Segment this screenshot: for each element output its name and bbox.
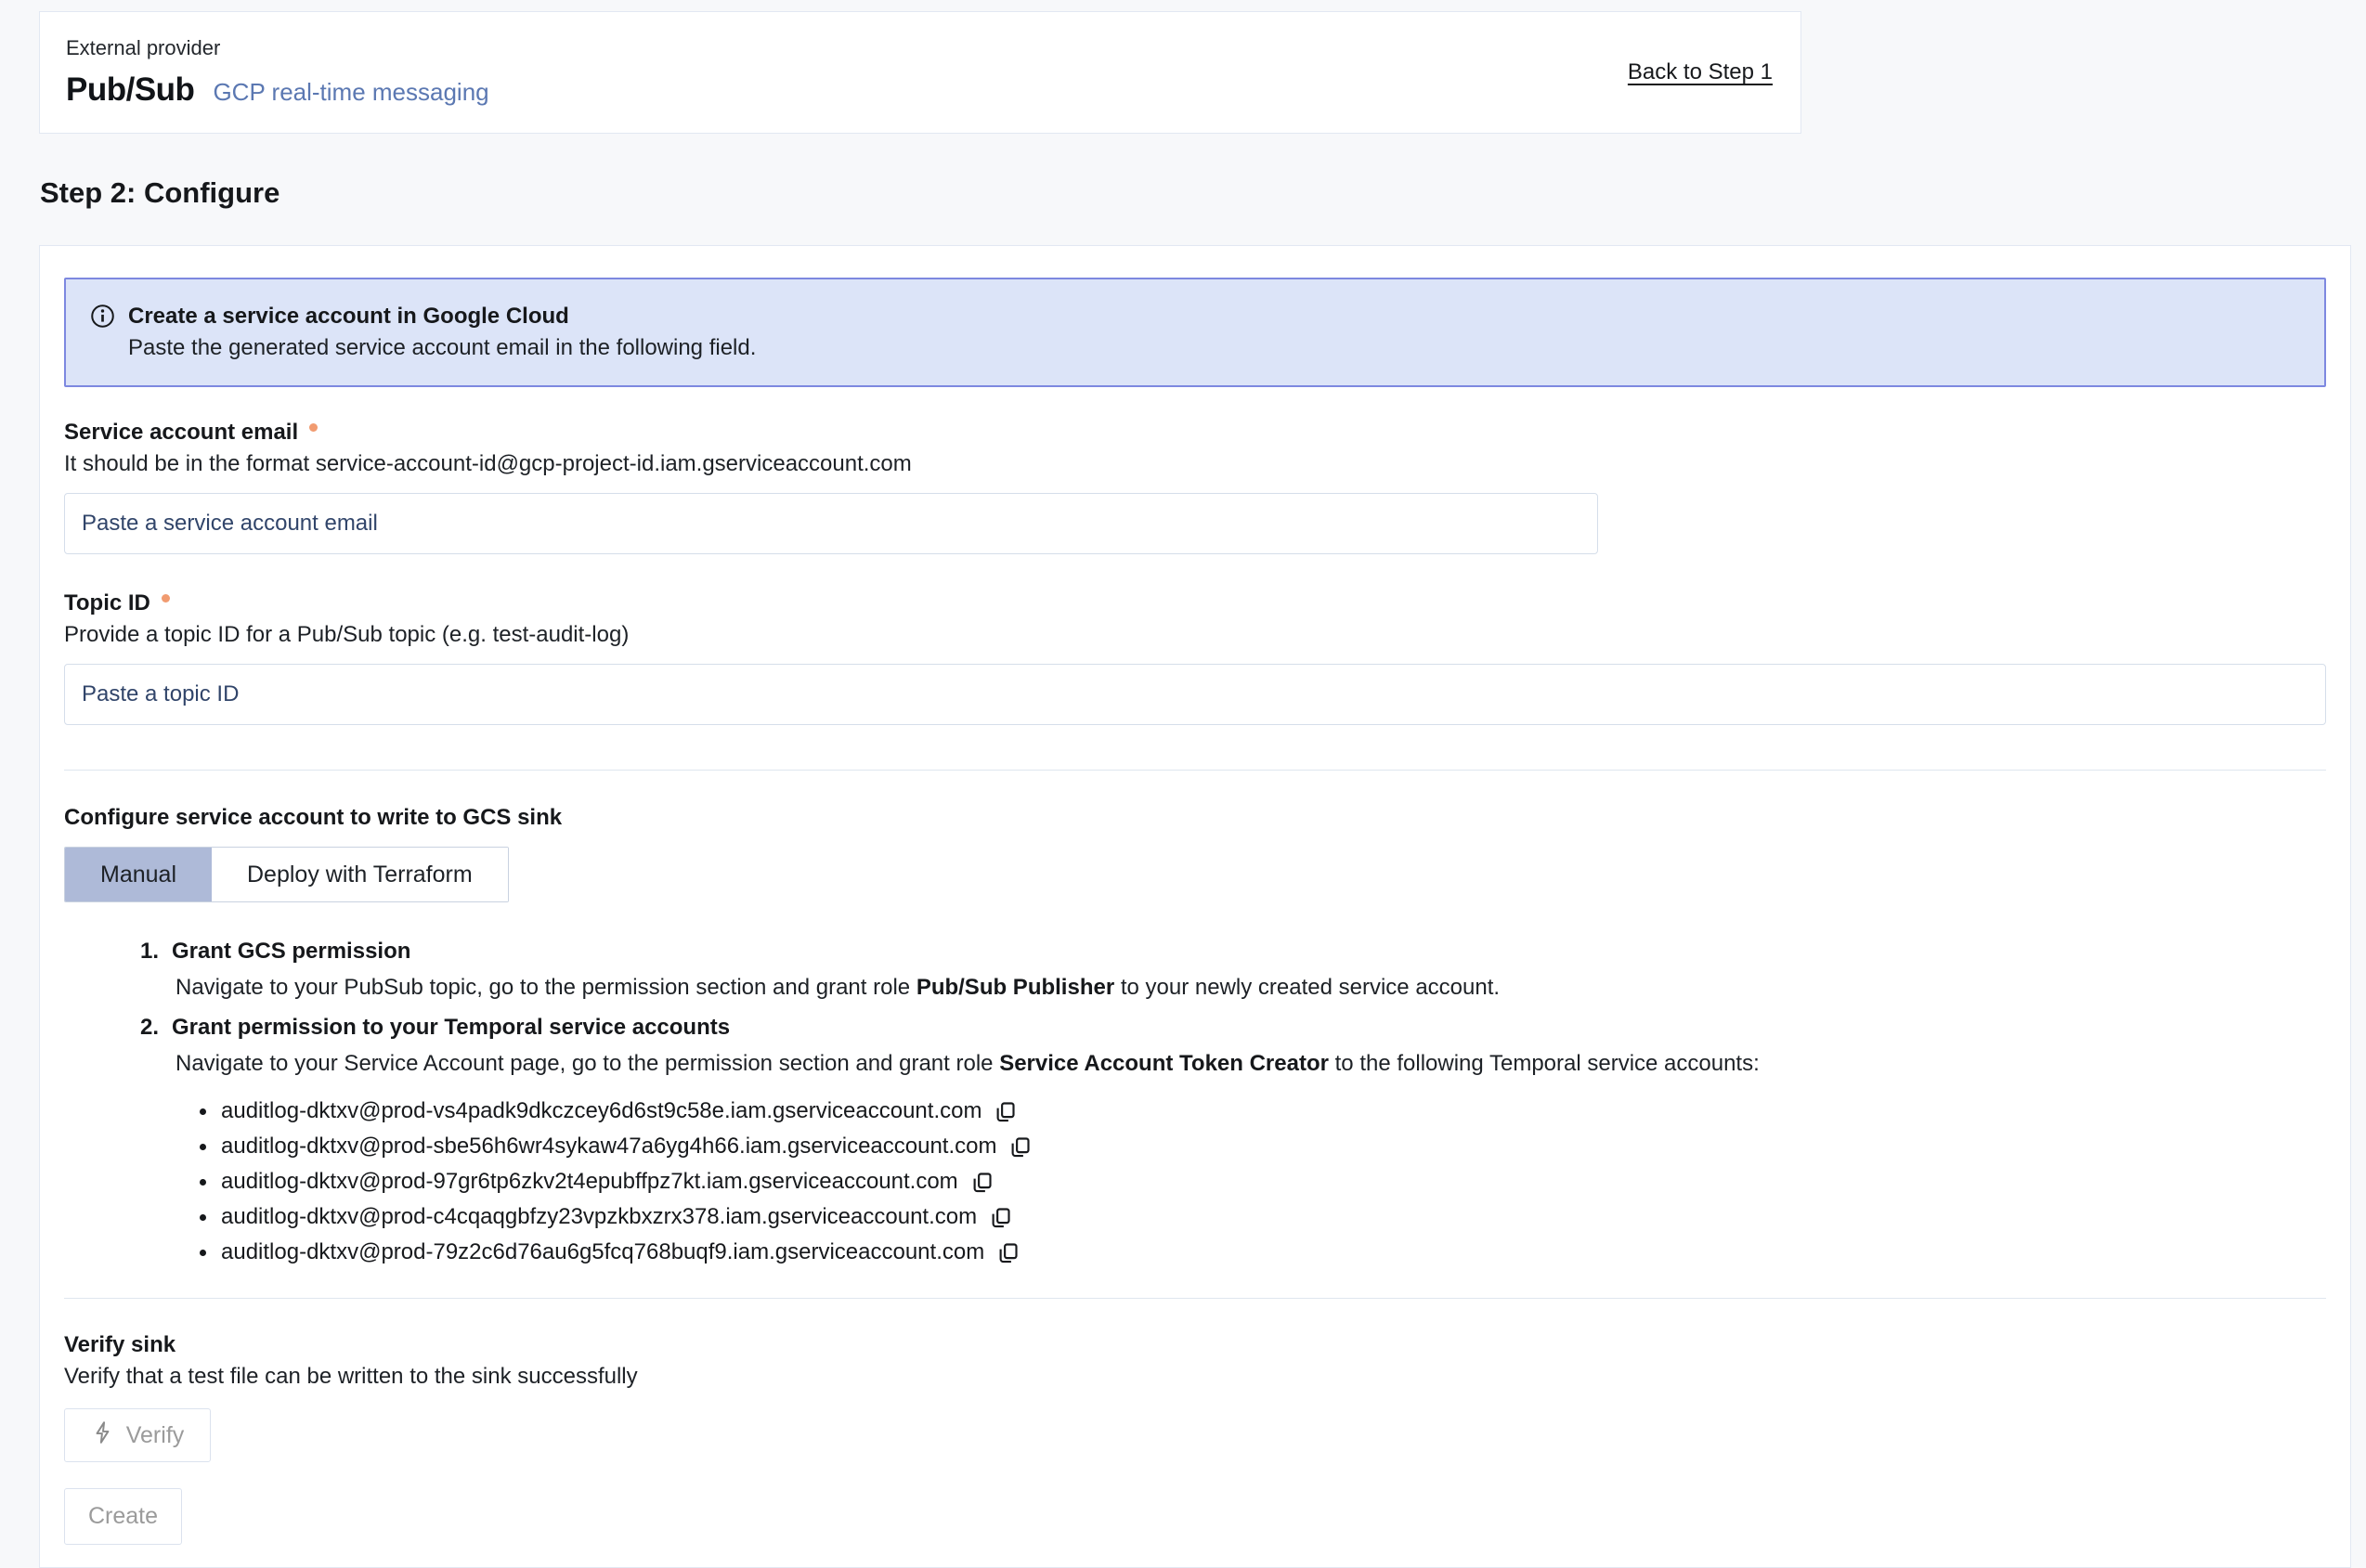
create-button[interactable]: Create bbox=[64, 1488, 182, 1545]
tab-manual[interactable]: Manual bbox=[65, 848, 212, 901]
copy-icon[interactable] bbox=[988, 1205, 1013, 1230]
verify-sink-title: Verify sink bbox=[64, 1329, 2326, 1361]
step-title: Grant permission to your Temporal servic… bbox=[172, 1008, 730, 1047]
section-divider bbox=[64, 1298, 2326, 1299]
service-account-email: auditlog-dktxv@prod-vs4padk9dkczcey6d6st… bbox=[221, 1098, 982, 1124]
provider-kind-label: External provider bbox=[66, 36, 489, 60]
service-account-email-input[interactable] bbox=[64, 493, 1598, 554]
bullet bbox=[200, 1108, 206, 1115]
temporal-service-account-list: auditlog-dktxv@prod-vs4padk9dkczcey6d6st… bbox=[200, 1094, 2326, 1270]
provider-card: External provider Pub/Sub GCP real-time … bbox=[39, 11, 1801, 134]
list-item: auditlog-dktxv@prod-97gr6tp6zkv2t4epubff… bbox=[200, 1164, 2326, 1199]
copy-icon[interactable] bbox=[993, 1099, 1018, 1124]
verify-sink-description: Verify that a test file can be written t… bbox=[64, 1361, 2326, 1393]
bullet bbox=[200, 1179, 206, 1186]
bullet bbox=[200, 1250, 206, 1256]
page-title: Step 2: Configure bbox=[40, 176, 2366, 210]
instruction-steps: 1. Grant GCS permission Navigate to your… bbox=[140, 932, 2326, 1081]
service-account-email-label: Service account email bbox=[64, 417, 2326, 448]
topic-id-input[interactable] bbox=[64, 664, 2326, 725]
info-callout: Create a service account in Google Cloud… bbox=[64, 278, 2326, 387]
list-item: auditlog-dktxv@prod-sbe56h6wr4sykaw47a6y… bbox=[200, 1129, 2326, 1164]
callout-body: Paste the generated service account emai… bbox=[128, 333, 756, 363]
callout-title: Create a service account in Google Cloud bbox=[128, 302, 756, 331]
step-body: Navigate to your Service Account page, g… bbox=[176, 1047, 2326, 1081]
topic-id-help: Provide a topic ID for a Pub/Sub topic (… bbox=[64, 619, 2326, 651]
required-dot bbox=[162, 594, 170, 603]
section-divider bbox=[64, 770, 2326, 771]
list-item: auditlog-dktxv@prod-c4cqaqgbfzy23vpzkbxz… bbox=[200, 1199, 2326, 1235]
step-body: Navigate to your PubSub topic, go to the… bbox=[176, 971, 2326, 1004]
copy-icon[interactable] bbox=[969, 1170, 994, 1195]
service-account-email: auditlog-dktxv@prod-79z2c6d76au6g5fcq768… bbox=[221, 1239, 984, 1265]
copy-icon[interactable] bbox=[995, 1240, 1020, 1265]
configure-card: Create a service account in Google Cloud… bbox=[39, 245, 2351, 1568]
step-number: 2. bbox=[140, 1008, 159, 1047]
service-account-email: auditlog-dktxv@prod-97gr6tp6zkv2t4epubff… bbox=[221, 1169, 958, 1195]
config-method-tabs: Manual Deploy with Terraform bbox=[64, 847, 509, 902]
service-account-email: auditlog-dktxv@prod-c4cqaqgbfzy23vpzkbxz… bbox=[221, 1204, 977, 1230]
service-account-email-help: It should be in the format service-accou… bbox=[64, 448, 2326, 480]
back-to-step-1-link[interactable]: Back to Step 1 bbox=[1628, 59, 1773, 85]
list-item: auditlog-dktxv@prod-vs4padk9dkczcey6d6st… bbox=[200, 1094, 2326, 1129]
required-dot bbox=[309, 423, 318, 432]
step-grant-gcs-permission: 1. Grant GCS permission Navigate to your… bbox=[140, 932, 2326, 1004]
provider-name: Pub/Sub bbox=[66, 71, 194, 109]
tab-deploy-with-terraform[interactable]: Deploy with Terraform bbox=[212, 848, 508, 901]
bullet bbox=[200, 1214, 206, 1221]
list-item: auditlog-dktxv@prod-79z2c6d76au6g5fcq768… bbox=[200, 1235, 2326, 1270]
step-number: 1. bbox=[140, 932, 159, 971]
topic-id-label: Topic ID bbox=[64, 588, 2326, 619]
copy-icon[interactable] bbox=[1008, 1134, 1033, 1160]
info-icon bbox=[90, 302, 115, 363]
configure-sink-title: Configure service account to write to GC… bbox=[64, 802, 2326, 834]
service-account-email: auditlog-dktxv@prod-sbe56h6wr4sykaw47a6y… bbox=[221, 1134, 996, 1160]
step-grant-temporal-permission: 2. Grant permission to your Temporal ser… bbox=[140, 1008, 2326, 1081]
lightning-icon bbox=[91, 1420, 115, 1451]
verify-button[interactable]: Verify bbox=[64, 1408, 211, 1462]
bullet bbox=[200, 1144, 206, 1150]
provider-subtitle: GCP real-time messaging bbox=[213, 78, 488, 107]
step-title: Grant GCS permission bbox=[172, 932, 410, 971]
provider-info: External provider Pub/Sub GCP real-time … bbox=[66, 36, 489, 109]
